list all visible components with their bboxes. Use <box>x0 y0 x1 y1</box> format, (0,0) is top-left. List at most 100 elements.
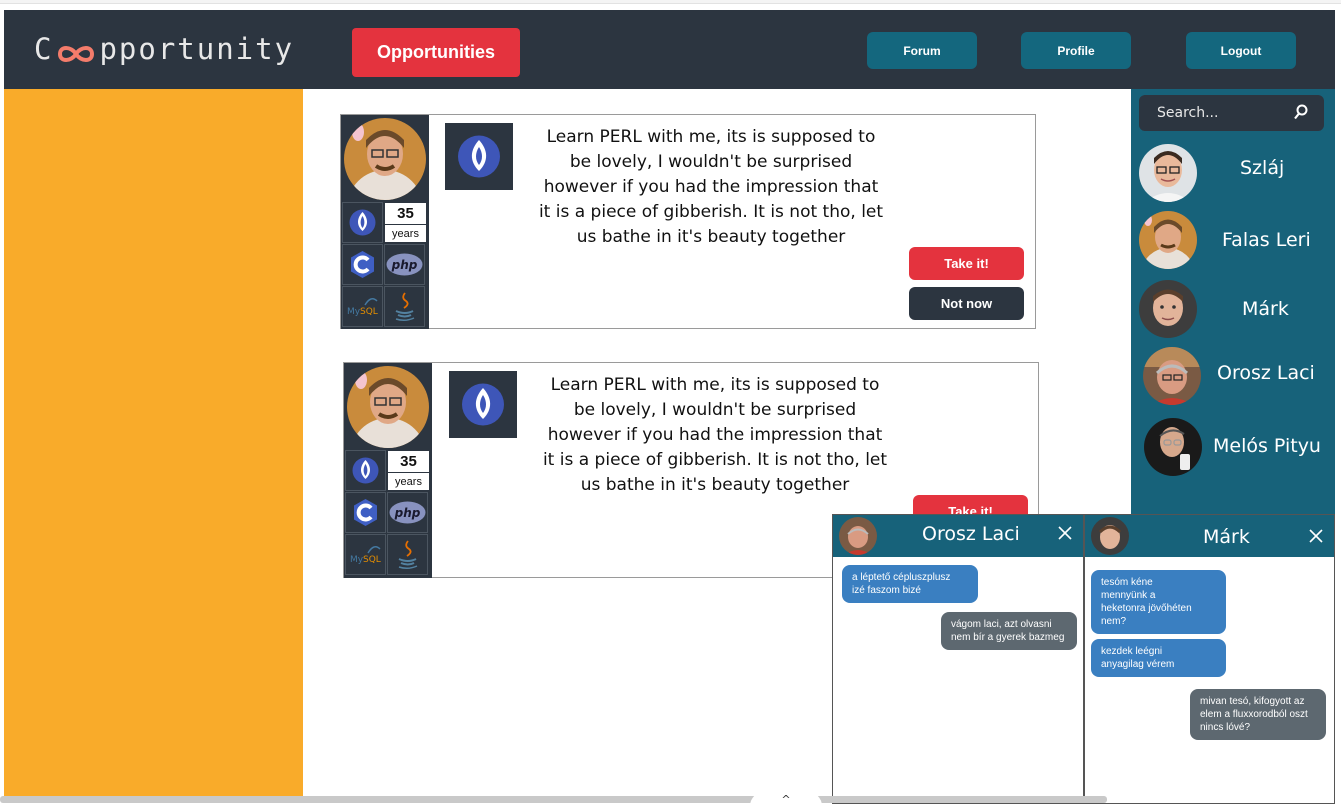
java-icon <box>387 534 428 575</box>
contact-avatar <box>1139 280 1197 338</box>
message-line: nem? <box>1101 616 1127 627</box>
close-icon[interactable] <box>1306 526 1326 546</box>
opportunity-card: 35 years php My SQL Learn PERL with me, i… <box>340 114 1036 329</box>
age-value: 35 <box>385 203 426 225</box>
description-line: be lovely, I wouldn't be surprised <box>573 400 857 420</box>
mysql-icon: My SQL <box>342 286 383 327</box>
message-line: elem a fluxxorodból oszt <box>1200 709 1308 720</box>
logout-button[interactable]: Logout <box>1186 32 1296 69</box>
profile-button[interactable]: Profile <box>1021 32 1131 69</box>
left-panel <box>4 89 303 800</box>
chat-message-incoming: tesóm kéne mennyünk a heketonra jövőhéte… <box>1091 570 1226 634</box>
search-placeholder: Search... <box>1157 105 1219 121</box>
owner-sidebar: 35 years php My SQL <box>344 363 432 578</box>
app-logo[interactable]: C pportunity <box>34 32 294 66</box>
chat-title: Márk <box>1203 526 1250 548</box>
infinity-icon <box>55 38 97 62</box>
contact-name: Melós Pityu <box>1213 435 1321 457</box>
description-line: however if you had the impression that <box>543 177 879 197</box>
owner-avatar[interactable] <box>344 118 426 200</box>
description-line: it is a piece of gibberish. It is not th… <box>538 202 884 222</box>
message-line: mivan tesó, kifogyott az <box>1200 696 1305 707</box>
forum-button[interactable]: Forum <box>867 32 977 69</box>
message-line: izé faszom bizé <box>852 585 921 596</box>
age-badge: 35 years <box>384 202 427 243</box>
owner-sidebar: 35 years php My SQL <box>341 115 429 329</box>
close-icon[interactable] <box>1055 523 1075 543</box>
top-navbar: C pportunity Opportunities Forum Profile… <box>4 10 1335 89</box>
mysql-icon: My SQL <box>345 534 386 575</box>
owner-avatar[interactable] <box>347 366 429 448</box>
contacts-sidebar: Search... Szláj Falas Leri Márk Orosz La… <box>1131 89 1335 515</box>
chat-message-incoming: a léptető cépluszplusz izé faszom bizé <box>842 565 978 603</box>
chat-message-outgoing: vágom laci, azt olvasni nem bír a gyerek… <box>941 612 1077 650</box>
chat-message-outgoing: mivan tesó, kifogyott az elem a fluxxoro… <box>1190 689 1326 740</box>
chat-header[interactable]: Orosz Laci <box>833 515 1083 557</box>
svg-text:My: My <box>350 555 364 565</box>
svg-text:My: My <box>347 307 361 317</box>
svg-text:php: php <box>394 506 421 520</box>
message-line: a léptető cépluszplusz <box>852 572 951 583</box>
contact-name: Szláj <box>1240 157 1285 179</box>
message-line: tesóm kéne <box>1101 577 1153 588</box>
scroll-up-caret[interactable]: ^ <box>750 792 822 807</box>
chat-message-incoming: kezdek leégni anyagilag vérem <box>1091 639 1226 677</box>
age-badge: 35 years <box>387 450 430 491</box>
contact-item[interactable]: Melós Pityu <box>1131 418 1335 478</box>
perl-icon <box>449 371 517 438</box>
contact-avatar <box>1144 418 1202 476</box>
contact-item[interactable]: Márk <box>1131 280 1335 340</box>
svg-text:SQL: SQL <box>363 555 381 565</box>
svg-text:SQL: SQL <box>360 307 378 317</box>
perl-icon <box>342 202 383 243</box>
java-icon <box>384 286 425 327</box>
message-line: vágom laci, azt olvasni <box>951 619 1052 630</box>
php-icon: php <box>384 244 425 285</box>
message-line: nincs lóvé? <box>1200 722 1251 733</box>
description-line: it is a piece of gibberish. It is not th… <box>542 450 888 470</box>
search-icon[interactable] <box>1292 103 1310 121</box>
message-line: nem bír a gyerek bazmeg <box>951 632 1065 643</box>
contact-item[interactable]: Falas Leri <box>1131 211 1335 271</box>
contact-avatar <box>1139 211 1197 269</box>
age-value: 35 <box>388 451 429 473</box>
logo-suffix: pportunity <box>99 32 295 66</box>
contact-name: Orosz Laci <box>1217 362 1315 384</box>
age-unit: years <box>395 476 422 488</box>
message-line: kezdek leégni <box>1101 646 1163 657</box>
contact-item[interactable]: Szláj <box>1131 144 1335 204</box>
description-line: us bathe in it's beauty together <box>580 475 850 495</box>
perl-icon <box>345 450 386 491</box>
opportunity-description: Learn PERL with me, its is supposed to b… <box>530 373 900 498</box>
logo-prefix: C <box>34 32 54 66</box>
contact-item[interactable]: Orosz Laci <box>1131 347 1335 407</box>
chat-window: Orosz Laci a léptető cépluszplusz izé fa… <box>832 514 1084 804</box>
contact-avatar <box>1139 144 1197 202</box>
window-top-edge <box>0 0 1341 4</box>
c-icon <box>342 244 383 285</box>
chat-avatar <box>1091 517 1129 555</box>
description-line: Learn PERL with me, its is supposed to <box>546 127 876 147</box>
opportunities-button[interactable]: Opportunities <box>352 28 520 77</box>
description-line: Learn PERL with me, its is supposed to <box>550 375 880 395</box>
message-line: anyagilag vérem <box>1101 659 1175 670</box>
horizontal-scrollbar[interactable] <box>0 796 1107 803</box>
message-line: heketonra jövőhéten <box>1101 603 1192 614</box>
search-input[interactable]: Search... <box>1139 95 1324 131</box>
contact-name: Márk <box>1242 298 1289 320</box>
description-line: however if you had the impression that <box>547 425 883 445</box>
c-icon <box>345 492 386 533</box>
description-line: be lovely, I wouldn't be surprised <box>569 152 853 172</box>
take-it-button[interactable]: Take it! <box>909 247 1024 280</box>
opportunity-description: Learn PERL with me, its is supposed to b… <box>526 125 896 250</box>
php-icon: php <box>387 492 428 533</box>
age-unit: years <box>392 228 419 240</box>
not-now-button[interactable]: Not now <box>909 287 1024 320</box>
chat-header[interactable]: Márk <box>1085 515 1334 557</box>
description-line: us bathe in it's beauty together <box>576 227 846 247</box>
contact-avatar <box>1143 347 1201 405</box>
contact-name: Falas Leri <box>1222 229 1311 251</box>
svg-text:php: php <box>391 258 418 272</box>
chat-avatar <box>839 517 877 555</box>
message-line: mennyünk a <box>1101 590 1156 601</box>
